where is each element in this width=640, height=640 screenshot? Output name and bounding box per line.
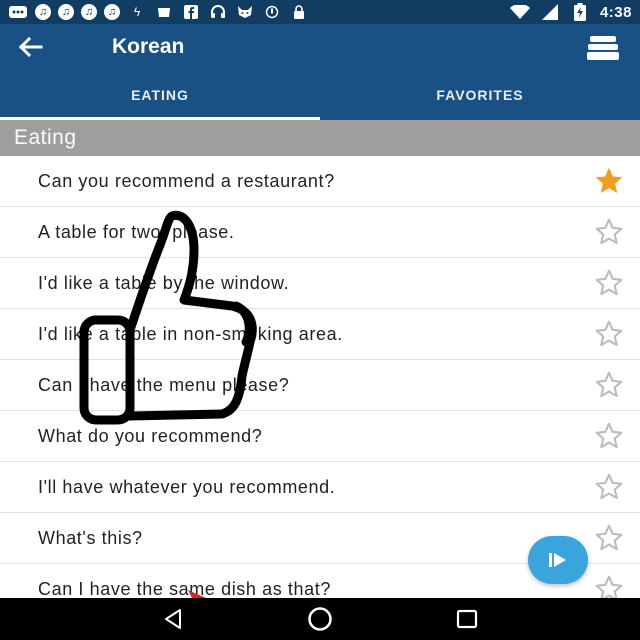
music-icon: ♫ <box>58 4 74 20</box>
phrase-text: Can I have the same dish as that? <box>38 578 331 599</box>
stack-menu-button[interactable] <box>586 34 620 62</box>
section-header: Eating <box>0 120 640 156</box>
star-outline-icon[interactable] <box>592 471 626 503</box>
phrase-text: I'd like a table in non-smoking area. <box>38 323 343 344</box>
play-button[interactable] <box>528 536 588 584</box>
music-icon: ♫ <box>104 4 120 20</box>
star-filled-icon[interactable] <box>592 165 626 197</box>
list-item[interactable]: I'd like a table by the window. <box>0 258 640 309</box>
clock: 4:38 <box>599 3 632 21</box>
stack-icon <box>587 36 619 60</box>
recents-icon <box>456 609 477 629</box>
status-bar: ♫ ♫ ♫ ♫ ϟ 4:38 <box>0 0 640 24</box>
wifi-icon <box>509 4 530 20</box>
sync-icon <box>262 4 282 20</box>
phrase-text: A table for two, please. <box>38 221 235 242</box>
list-item[interactable]: I'd like a table in non-smoking area. <box>0 309 640 360</box>
wallet-icon <box>154 4 174 20</box>
phrase-text: What do you recommend? <box>38 425 263 446</box>
phrase-text: What's this? <box>38 527 143 548</box>
back-button[interactable] <box>0 24 60 70</box>
star-outline-icon[interactable] <box>592 573 626 598</box>
lock-icon <box>289 4 309 20</box>
page-title: Korean <box>112 35 185 58</box>
star-outline-icon[interactable] <box>592 267 626 299</box>
star-outline-icon[interactable] <box>592 369 626 401</box>
list-item[interactable]: Can I have the menu please? <box>0 360 640 411</box>
arrow-back-icon <box>18 36 43 58</box>
phrase-list: Can you recommend a restaurant? A table … <box>0 156 640 598</box>
music-icon: ♫ <box>81 4 97 20</box>
list-item[interactable]: What do you recommend? <box>0 411 640 462</box>
facebook-icon <box>181 4 201 20</box>
list-item[interactable]: A table for two, please. <box>0 207 640 258</box>
notification-icon <box>8 4 28 20</box>
list-item[interactable]: Can you recommend a restaurant? <box>0 156 640 207</box>
tab-bar: EATING FAVORITES <box>0 70 640 120</box>
tab-favorites[interactable]: FAVORITES <box>320 70 640 120</box>
phrase-text: Can I have the menu please? <box>38 374 290 395</box>
play-icon <box>549 553 566 567</box>
list-item[interactable]: I'll have whatever you recommend. <box>0 462 640 513</box>
star-outline-icon[interactable] <box>592 216 626 248</box>
system-icons: 4:38 <box>509 3 632 21</box>
nav-home-button[interactable] <box>298 601 342 637</box>
home-icon <box>308 607 332 631</box>
phrase-text: I'll have whatever you recommend. <box>38 476 336 497</box>
star-outline-icon[interactable] <box>592 318 626 350</box>
headset-icon <box>208 4 228 20</box>
star-outline-icon[interactable] <box>592 420 626 452</box>
tab-eating[interactable]: EATING <box>0 70 320 120</box>
phrase-text: Can you recommend a restaurant? <box>38 170 335 191</box>
nav-recents-button[interactable] <box>445 601 489 637</box>
battery-charging-icon <box>570 3 590 21</box>
notification-icons: ♫ ♫ ♫ ♫ ϟ <box>8 4 309 20</box>
star-outline-icon[interactable] <box>592 522 626 554</box>
app-bar: Korean <box>0 24 640 70</box>
navigation-bar <box>0 598 640 640</box>
back-icon <box>165 609 182 629</box>
signal-icon <box>540 4 560 20</box>
music-icon: ♫ <box>35 4 51 20</box>
phrase-text: I'd like a table by the window. <box>38 272 290 293</box>
cat-icon <box>235 4 255 20</box>
usb-icon: ϟ <box>133 5 141 19</box>
nav-back-button[interactable] <box>151 601 195 637</box>
